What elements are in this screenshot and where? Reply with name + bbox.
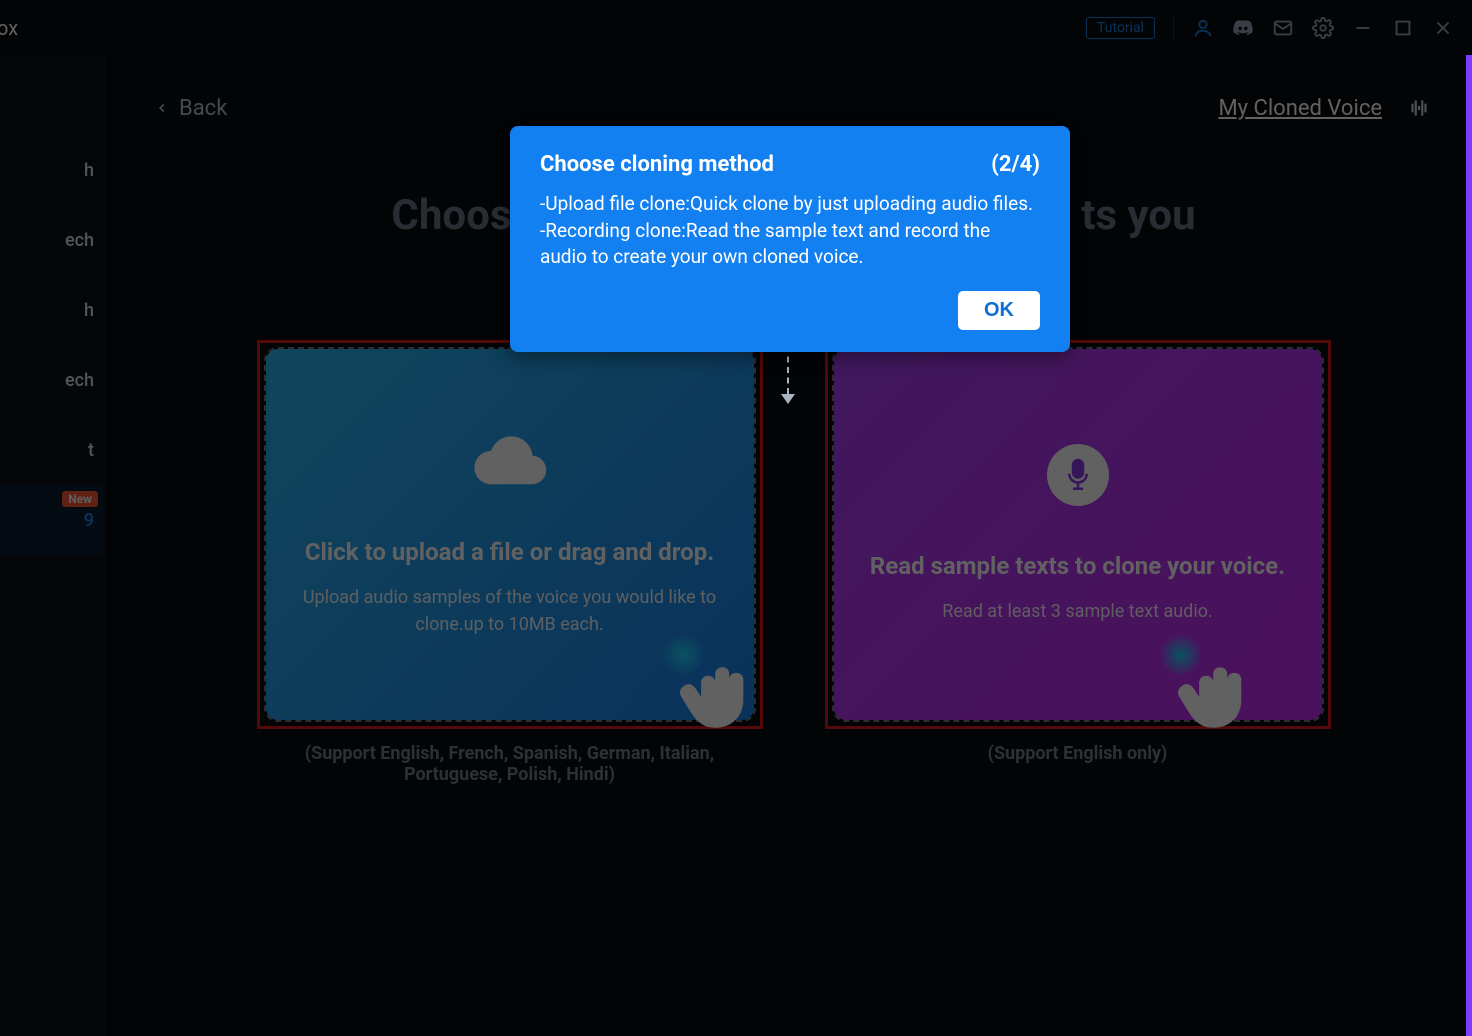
upload-dropzone-border: Click to upload a file or drag and drop.… [264,347,756,722]
heading-right: ts you [1081,191,1195,240]
back-button[interactable]: Back [155,96,227,121]
app-title: tBox [0,16,18,40]
sidebar-item-label: 9 [84,510,94,531]
record-card-title: Read sample texts to clone your voice. [870,552,1285,580]
sidebar-item-label: h [84,300,94,321]
chevron-left-icon [155,97,169,119]
sidebar-item-label: ech [65,370,94,391]
mail-icon[interactable] [1272,17,1294,39]
sidebar-item-0[interactable]: h [0,135,104,205]
sidebar-item-label: h [84,160,94,181]
upload-card-title: Click to upload a file or drag and drop. [305,538,714,566]
upload-support-text: (Support English, French, Spanish, Germa… [260,743,760,785]
right-links: My Cloned Voice [1218,95,1432,121]
close-icon[interactable] [1432,17,1454,39]
new-badge: New [62,491,98,507]
sidebar-item-label: t [88,440,94,461]
sidebar-item-5[interactable]: 9 New [0,485,104,555]
tooltip-ok-button[interactable]: OK [958,291,1040,330]
sidebar: h ech h ech t 9 New [0,55,105,1036]
tooltip-line2: -Recording clone:Read the sample text an… [540,218,1040,271]
record-card[interactable]: Read sample texts to clone your voice. R… [834,349,1322,720]
sidebar-item-3[interactable]: ech [0,345,104,415]
sidebar-item-2[interactable]: h [0,275,104,345]
discord-icon[interactable] [1232,17,1254,39]
record-border: Read sample texts to clone your voice. R… [832,347,1324,722]
record-support-text: (Support English only) [988,743,1168,764]
cloning-method-cards: Click to upload a file or drag and drop.… [155,340,1432,785]
titlebar-right: Tutorial [1086,17,1454,39]
divider [1173,17,1174,39]
my-cloned-voice-link[interactable]: My Cloned Voice [1218,96,1382,121]
minimize-icon[interactable] [1352,17,1374,39]
cloud-upload-icon [472,432,548,498]
back-label: Back [179,96,227,121]
maximize-icon[interactable] [1392,17,1414,39]
microphone-icon [1047,444,1109,506]
tooltip-line1: -Upload file clone:Quick clone by just u… [540,191,1040,218]
onboarding-tooltip: Choose cloning method (2/4) -Upload file… [510,126,1070,352]
sidebar-item-4[interactable]: t [0,415,104,485]
heading-left: Choos [391,191,511,240]
tooltip-body: -Upload file clone:Quick clone by just u… [540,191,1040,271]
highlight-box-record: Read sample texts to clone your voice. R… [825,340,1331,729]
tooltip-step: (2/4) [991,152,1040,177]
tooltip-connector-arrow [786,346,788,406]
highlight-box-upload: Click to upload a file or drag and drop.… [257,340,763,729]
content-topbar: Back My Cloned Voice [155,95,1432,121]
account-icon[interactable] [1192,17,1214,39]
sidebar-item-label: ech [65,230,94,251]
titlebar: tBox Tutorial [0,0,1472,55]
record-card-sub: Read at least 3 sample text audio. [942,598,1212,625]
tooltip-title: Choose cloning method [540,152,774,177]
waveform-icon[interactable] [1406,95,1432,121]
upload-file-card[interactable]: Click to upload a file or drag and drop.… [266,349,754,720]
settings-icon[interactable] [1312,17,1334,39]
right-accent-bar [1466,55,1472,1036]
sidebar-item-1[interactable]: ech [0,205,104,275]
tutorial-button[interactable]: Tutorial [1086,17,1155,39]
upload-card-sub: Upload audio samples of the voice you wo… [302,584,718,638]
